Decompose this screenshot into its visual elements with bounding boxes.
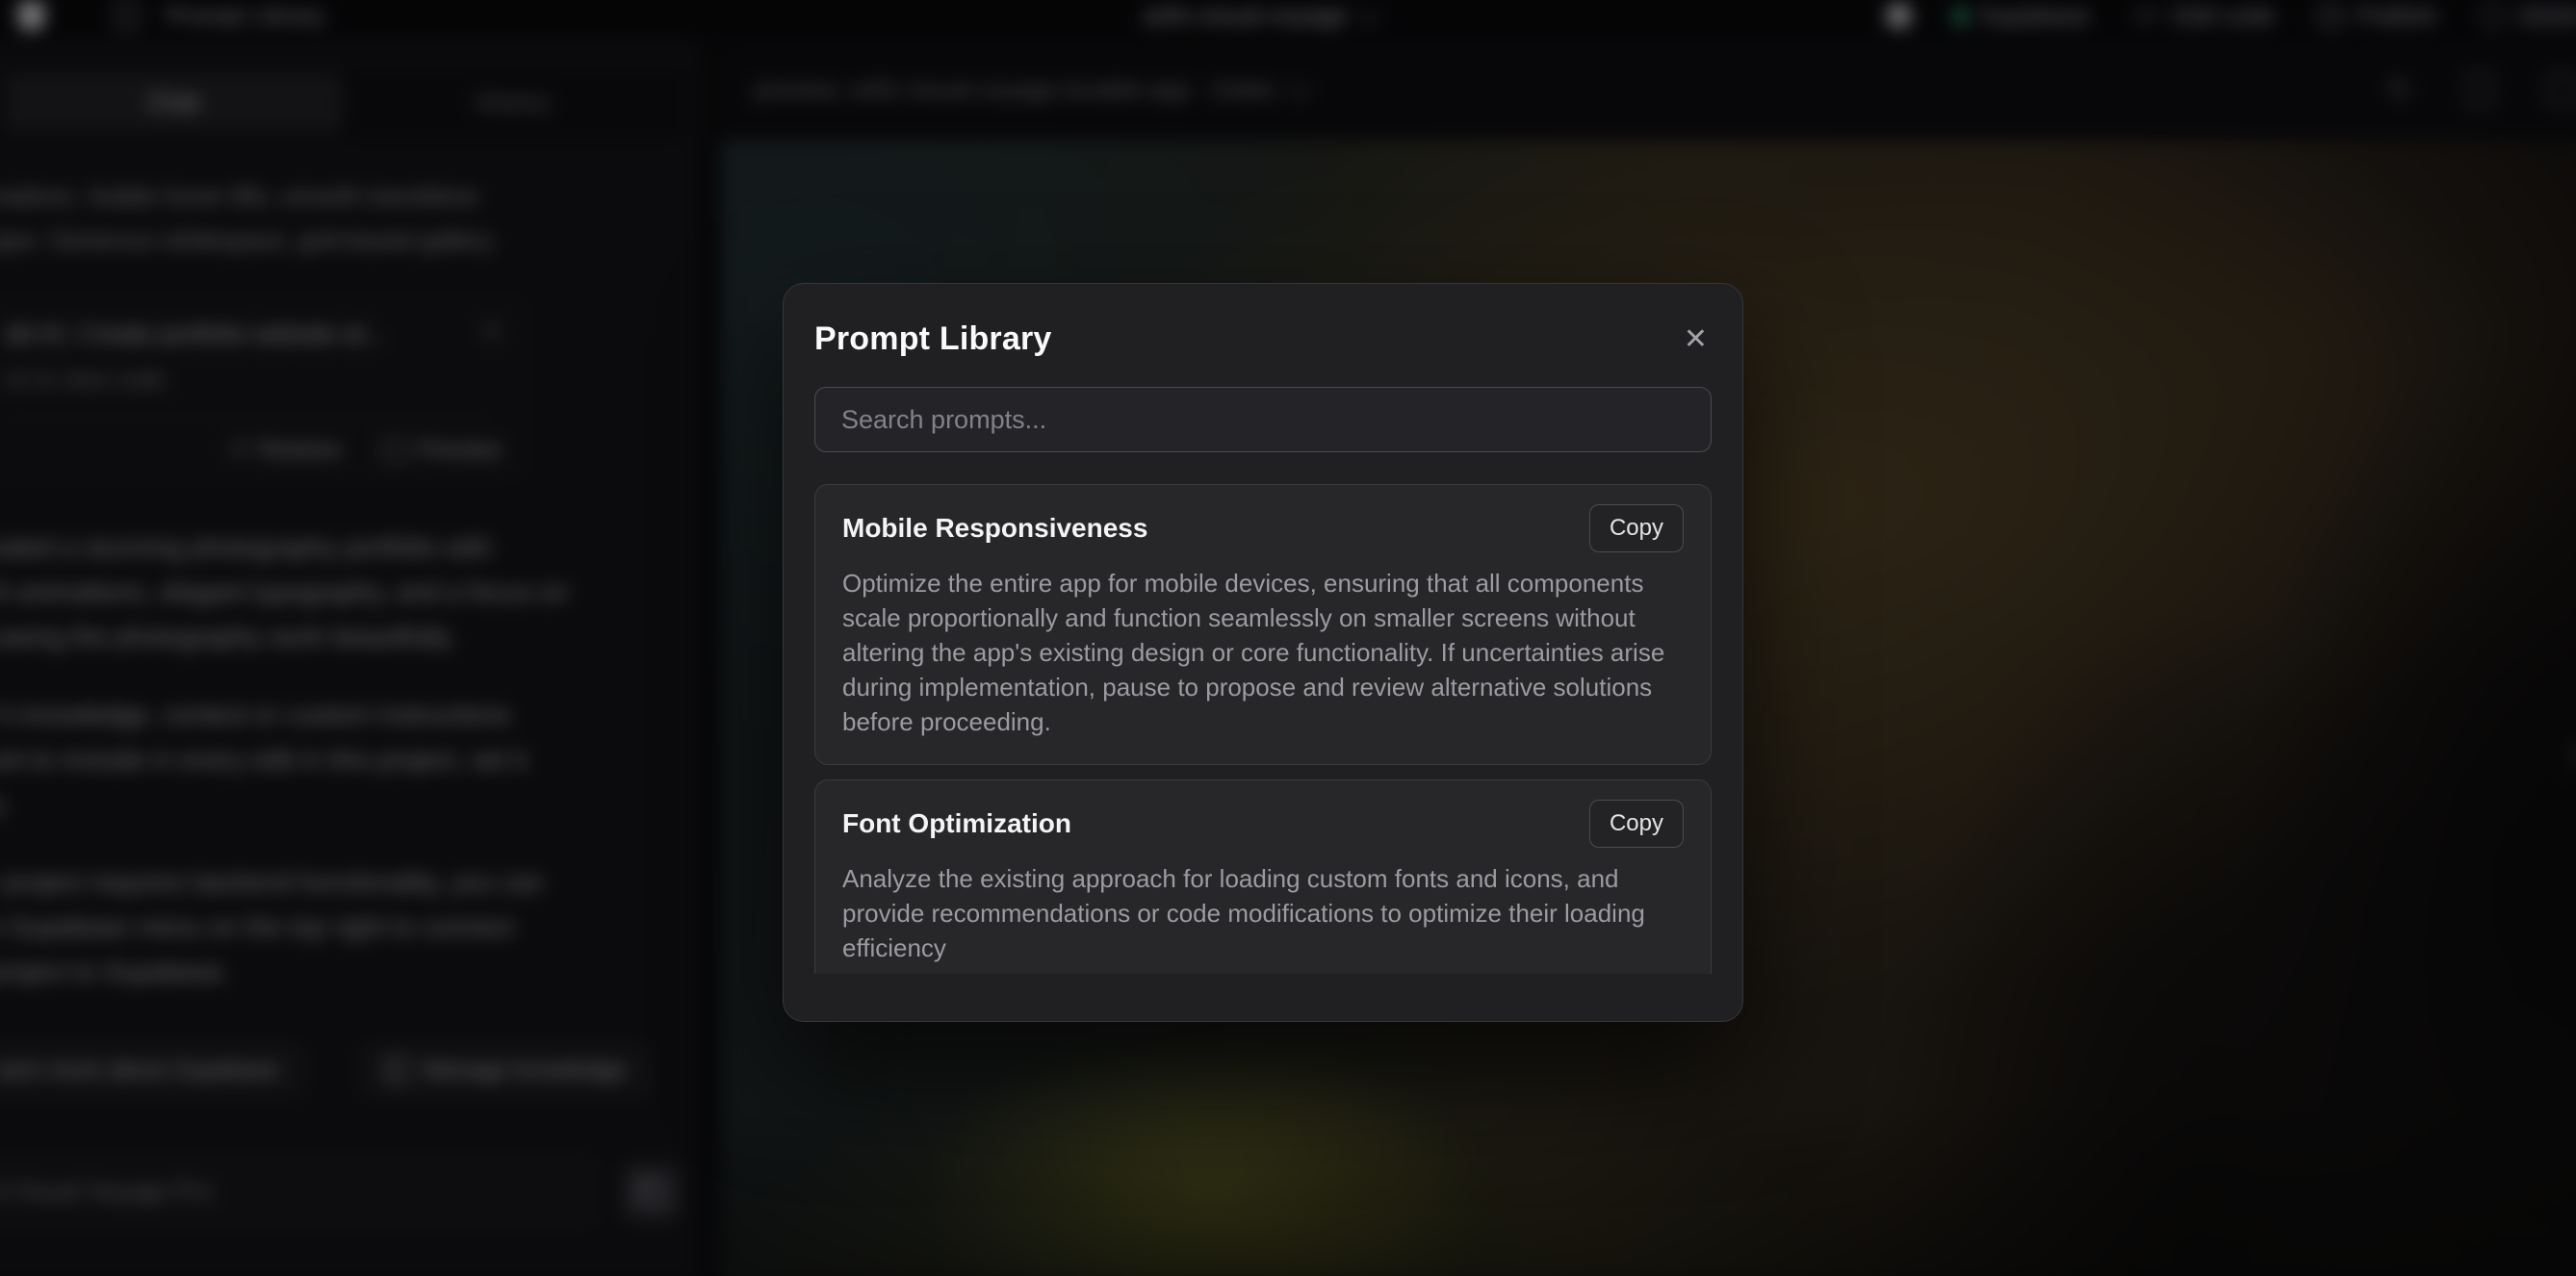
close-icon[interactable]: ✕ <box>1680 321 1712 358</box>
prompt-title: Font Optimization <box>842 808 1071 839</box>
modal-header: Prompt Library ✕ <box>814 284 1712 358</box>
prompt-description: Analyze the existing approach for loadin… <box>842 861 1684 965</box>
prompt-card-header: Font Optimization Copy <box>842 800 1684 848</box>
prompt-title: Mobile Responsiveness <box>842 513 1147 544</box>
prompt-card-header: Mobile Responsiveness Copy <box>842 504 1684 552</box>
prompt-library-modal: Prompt Library ✕ Mobile Responsiveness C… <box>783 283 1743 1022</box>
modal-title: Prompt Library <box>814 320 1052 358</box>
prompt-list: Mobile Responsiveness Copy Optimize the … <box>814 484 1712 974</box>
prompt-description: Optimize the entire app for mobile devic… <box>842 566 1684 739</box>
prompt-card: Font Optimization Copy Analyze the exist… <box>814 779 1712 974</box>
copy-button[interactable]: Copy <box>1589 504 1684 552</box>
copy-button[interactable]: Copy <box>1589 800 1684 848</box>
app-screen: Prompt Library artfx-visual-voyage Supab… <box>0 0 2576 1276</box>
prompt-card: Mobile Responsiveness Copy Optimize the … <box>814 484 1712 765</box>
search-input[interactable] <box>814 387 1712 452</box>
